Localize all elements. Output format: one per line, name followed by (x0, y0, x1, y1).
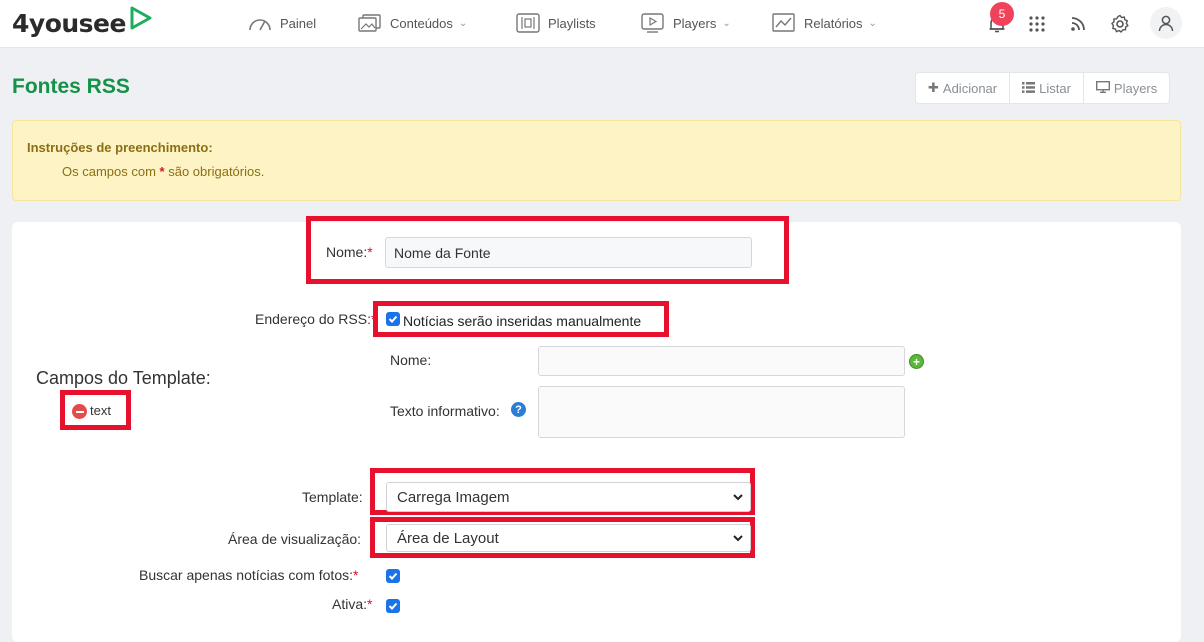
nav-conteudos[interactable]: Conteúdos ⌄ (358, 12, 467, 34)
notification-badge: 5 (990, 2, 1014, 26)
monitor-play-icon (641, 13, 664, 33)
nav-conteudos-label: Conteúdos (390, 15, 453, 31)
chevron-down-icon: ⌄ (868, 17, 877, 29)
desktop-icon (1095, 80, 1110, 96)
apps-menu-button[interactable] (1025, 12, 1049, 36)
active-label: Ativa:* (332, 596, 373, 612)
alert-text: Os campos com * são obrigatórios. (62, 164, 265, 179)
template-select[interactable]: Carrega Imagem (386, 482, 751, 512)
players-button[interactable]: Players (1084, 73, 1169, 103)
settings-button[interactable] (1108, 12, 1132, 36)
playlist-icon (516, 13, 540, 33)
rss-icon (1071, 17, 1085, 31)
nav-players-label: Players (673, 15, 717, 31)
play-logo-icon (130, 6, 152, 29)
area-selected-value: Área de Layout (397, 529, 499, 547)
nav-playlists-label: Playlists (548, 15, 596, 31)
page-title: Fontes RSS (12, 75, 130, 98)
nav-playlists[interactable]: Playlists (516, 12, 596, 34)
nome-input[interactable] (385, 237, 752, 268)
rss-label: Endereço do RSS:* (255, 311, 377, 327)
brand-logo[interactable]: 4yousee (12, 6, 154, 38)
nav-painel[interactable]: Painel (248, 12, 316, 34)
chevron-down-icon: ⌄ (458, 17, 468, 29)
remove-field-icon[interactable] (72, 404, 87, 419)
nav-relatorios[interactable]: Relatórios ⌄ (772, 12, 877, 34)
gauge-icon (249, 19, 271, 31)
template-field-tag: text (90, 403, 111, 418)
nome-label: Nome:* (326, 244, 373, 260)
field-name-input[interactable] (538, 346, 905, 376)
nav-relatorios-label: Relatórios (804, 15, 863, 31)
nav-players[interactable]: Players ⌄ (641, 12, 731, 34)
checkmark-icon (388, 315, 398, 323)
chevron-down-icon: ⌄ (722, 17, 731, 29)
grid-icon (1029, 16, 1045, 32)
user-avatar[interactable] (1150, 7, 1182, 39)
user-icon (1158, 15, 1174, 32)
checkmark-icon (388, 572, 398, 580)
instructions-alert: Instruções de preenchimento: Os campos c… (12, 120, 1181, 201)
alert-title: Instruções de preenchimento: (27, 140, 213, 155)
template-fields-title: Campos do Template: (36, 368, 211, 388)
chevron-down-icon (733, 535, 743, 542)
add-button-label: Adicionar (942, 80, 998, 96)
checkmark-icon (388, 602, 398, 610)
template-selected-value: Carrega Imagem (397, 488, 510, 506)
field-name-label: Nome: (390, 352, 432, 368)
nav-painel-label: Painel (280, 15, 317, 31)
add-button[interactable]: ✚ Adicionar (916, 73, 1011, 103)
chevron-down-icon (733, 494, 743, 501)
area-label: Área de visualização: (228, 531, 362, 547)
brand-name: 4yousee (12, 9, 126, 38)
list-button-label: Listar (1039, 80, 1071, 96)
top-navbar: 4yousee Painel Conteúdos ⌄ Playlists Pla… (0, 0, 1204, 48)
help-icon[interactable]: ? (511, 402, 526, 417)
template-label: Template: (302, 489, 363, 505)
photos-only-label: Buscar apenas notícias com fotos:* (139, 567, 359, 583)
info-text-textarea[interactable] (538, 386, 905, 438)
area-select[interactable]: Área de Layout (386, 524, 751, 552)
required-asterisk: * (159, 164, 165, 179)
plus-icon: ✚ (928, 80, 939, 95)
manual-news-checkbox[interactable] (386, 312, 400, 326)
rss-button[interactable] (1066, 12, 1090, 36)
add-field-icon[interactable]: + (909, 354, 924, 369)
info-text-label: Texto informativo: (390, 403, 500, 419)
players-button-label: Players (1113, 80, 1158, 96)
active-checkbox[interactable] (386, 599, 400, 613)
photos-only-checkbox[interactable] (386, 569, 400, 583)
page-actions: ✚ Adicionar Listar Players (915, 72, 1171, 104)
list-button[interactable]: Listar (1010, 73, 1084, 103)
manual-news-label: Notícias serão inseridas manualmente (403, 313, 642, 329)
gear-icon (1111, 14, 1129, 33)
list-icon (1022, 81, 1036, 96)
images-icon (358, 14, 381, 32)
chart-icon (772, 13, 795, 32)
